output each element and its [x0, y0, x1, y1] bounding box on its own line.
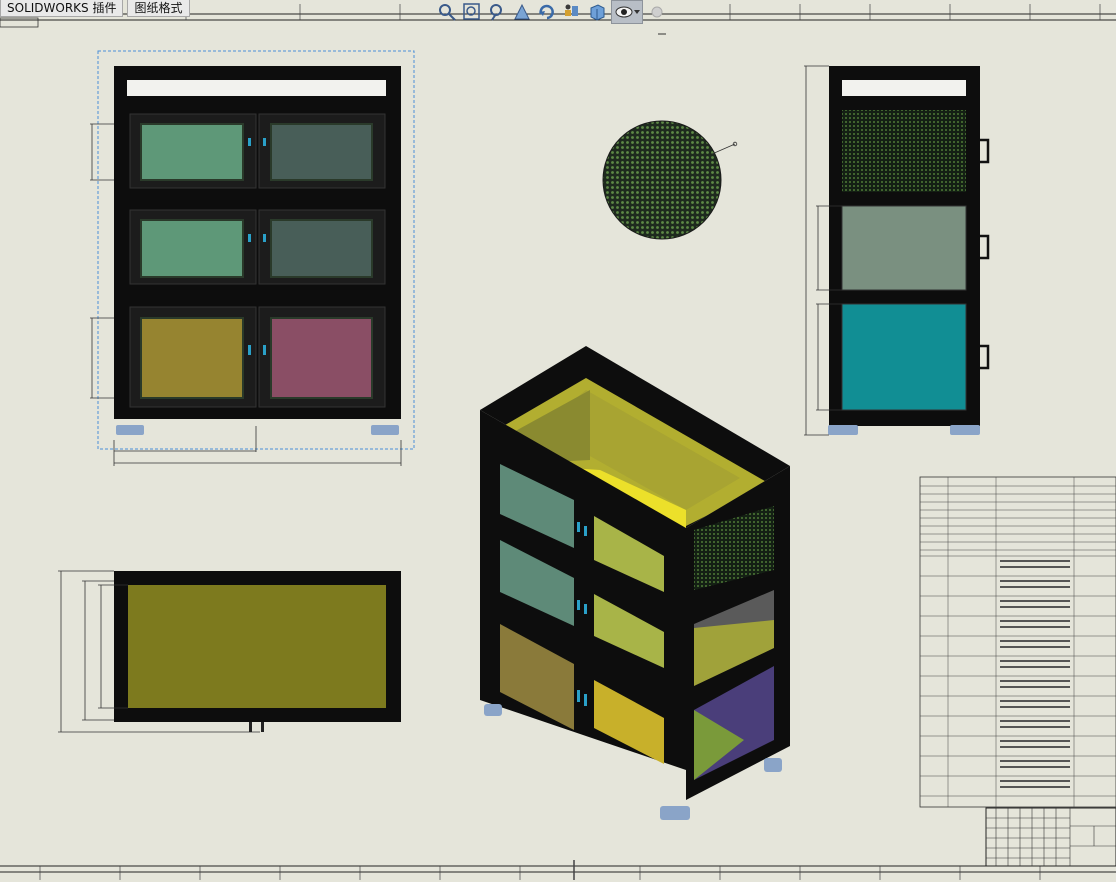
isometric-view[interactable]	[480, 346, 790, 820]
tab-strip: SOLIDWORKS 插件 图纸格式	[0, 0, 194, 17]
apply-scene-icon[interactable]	[646, 1, 668, 23]
rotate-icon[interactable]	[536, 1, 558, 23]
heads-up-view-toolbar	[436, 0, 668, 24]
bom-table[interactable]	[919, 476, 1116, 808]
hide-show-icon[interactable]	[611, 0, 643, 24]
front-view[interactable]	[90, 50, 415, 466]
pan-icon[interactable]	[511, 1, 533, 23]
zoom-to-area-icon[interactable]	[461, 1, 483, 23]
tab-solidworks-addins[interactable]: SOLIDWORKS 插件	[0, 0, 124, 17]
top-view[interactable]	[58, 570, 401, 733]
zoom-to-fit-icon[interactable]	[436, 1, 458, 23]
drawing-sheet	[0, 4, 1116, 880]
tab-sheet-format[interactable]: 图纸格式	[127, 0, 190, 17]
detail-view-mesh[interactable]	[602, 33, 738, 240]
zoom-in-out-icon[interactable]	[486, 1, 508, 23]
display-settings-icon[interactable]	[561, 1, 583, 23]
side-view[interactable]	[804, 65, 990, 436]
view-orientation-icon[interactable]	[586, 1, 608, 23]
title-block[interactable]	[985, 807, 1116, 867]
